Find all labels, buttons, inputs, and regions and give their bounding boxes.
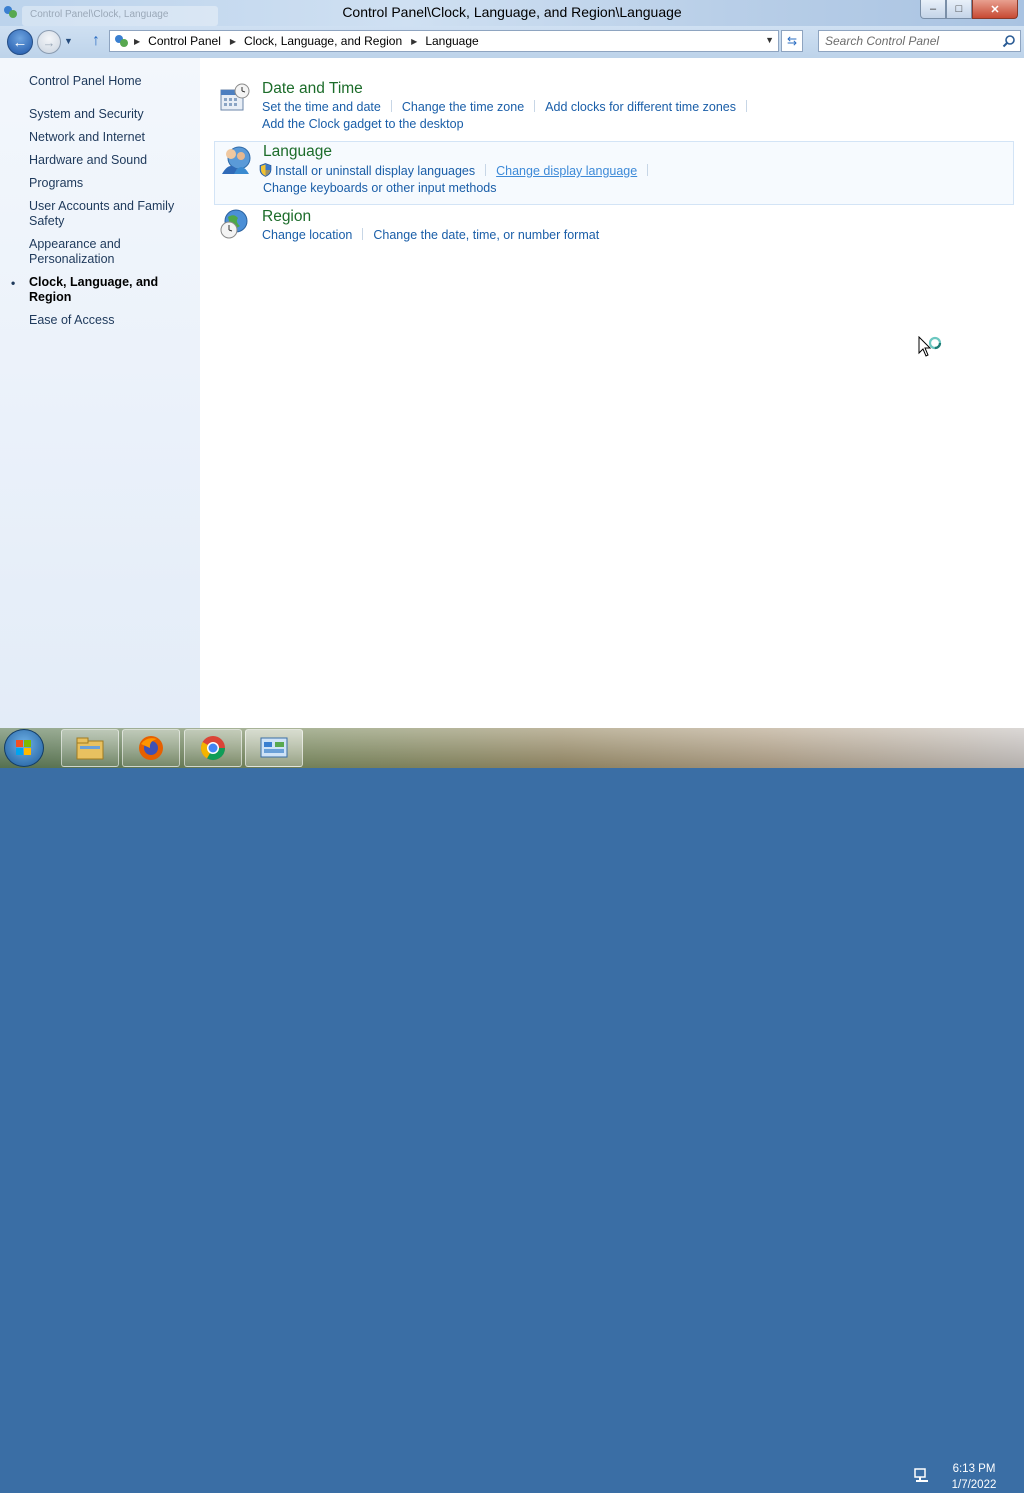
- link-separator: [390, 100, 392, 112]
- category-links: Set the time and date Change the time zon…: [262, 100, 757, 114]
- category-title[interactable]: Date and Time: [262, 80, 363, 98]
- link-separator: [362, 228, 364, 240]
- breadcrumb-clock-language-region[interactable]: Clock, Language, and Region: [244, 34, 402, 48]
- link-add-clocks[interactable]: Add clocks for different time zones: [545, 100, 736, 114]
- category-language: Language Install or uninstall display la…: [214, 141, 1014, 205]
- link-change-date-time-number-format[interactable]: Change the date, time, or number format: [373, 228, 599, 242]
- taskbar-clock[interactable]: 6:13 PM 1/7/2022: [940, 1461, 1008, 1493]
- breadcrumb-separator-icon[interactable]: ▶: [134, 37, 140, 46]
- sidebar-item-hardware-sound[interactable]: Hardware and Sound: [29, 153, 199, 168]
- refresh-button[interactable]: ⇆: [781, 30, 803, 52]
- category-date-time: Date and Time Set the time and date Chang…: [214, 78, 1014, 138]
- close-button[interactable]: ✕: [972, 0, 1018, 19]
- file-explorer-icon: [76, 737, 104, 760]
- link-separator: [534, 100, 536, 112]
- control-panel-icon: [115, 35, 128, 47]
- search-icon[interactable]: [1002, 34, 1016, 48]
- link-set-time-date[interactable]: Set the time and date: [262, 100, 381, 114]
- category-links: Install or uninstall display languages Ch…: [259, 163, 658, 178]
- link-separator: [485, 164, 487, 176]
- clock-date: 1/7/2022: [951, 1479, 997, 1491]
- up-level-button[interactable]: ↑: [87, 32, 105, 52]
- forward-button[interactable]: →: [37, 30, 61, 54]
- back-button[interactable]: ←: [7, 29, 33, 55]
- breadcrumb-separator-icon[interactable]: ▶: [411, 37, 417, 46]
- address-bar[interactable]: ▶ Control Panel ▶ Clock, Language, and R…: [109, 30, 779, 52]
- link-install-uninstall-languages[interactable]: Install or uninstall display languages: [275, 164, 475, 178]
- taskbar-control-panel[interactable]: [245, 729, 303, 767]
- link-change-display-language[interactable]: Change display language: [496, 164, 637, 178]
- start-button[interactable]: [4, 729, 44, 767]
- link-add-clock-gadget[interactable]: Add the Clock gadget to the desktop: [262, 117, 464, 131]
- category-links: Change location Change the date, time, or…: [262, 228, 599, 242]
- calendar-clock-icon: [220, 83, 250, 111]
- taskbar-firefox[interactable]: [122, 729, 180, 767]
- breadcrumb-control-panel[interactable]: Control Panel: [148, 34, 221, 48]
- navigation-bar: ← → ▼ ↑ ▶ Control Panel ▶ Clock, Languag…: [0, 26, 1024, 58]
- link-separator: [746, 100, 747, 112]
- link-separator: [647, 164, 649, 176]
- sidebar-item-clock-language-region[interactable]: • Clock, Language, and Region: [11, 275, 199, 305]
- sidebar-item-network-internet[interactable]: Network and Internet: [29, 130, 199, 145]
- breadcrumb-language[interactable]: Language: [425, 34, 478, 48]
- chrome-icon: [200, 736, 225, 761]
- window-controls: – □ ✕: [920, 0, 1018, 20]
- taskbar-file-explorer[interactable]: [61, 729, 119, 767]
- uac-shield-icon: [259, 163, 272, 177]
- category-links-row2: Add the Clock gadget to the desktop: [262, 117, 464, 131]
- network-tray-icon[interactable]: [913, 1466, 931, 1484]
- busy-cursor-icon: [918, 336, 942, 357]
- globe-clock-icon: [220, 209, 248, 239]
- sidebar-control-panel-home[interactable]: Control Panel Home: [29, 74, 142, 88]
- active-bullet: •: [11, 276, 16, 290]
- sidebar-item-ease-of-access[interactable]: Ease of Access: [29, 313, 199, 328]
- category-region: Region Change location Change the date, t…: [214, 206, 1014, 250]
- link-change-keyboards[interactable]: Change keyboards or other input methods: [263, 181, 496, 195]
- windows-logo-icon: [16, 740, 31, 755]
- category-title[interactable]: Language: [263, 143, 332, 161]
- taskbar: 6:13 PM 1/7/2022: [0, 728, 1024, 1491]
- sidebar-item-appearance[interactable]: Appearance and Personalization: [29, 237, 199, 267]
- clock-time: 6:13 PM: [952, 1463, 996, 1475]
- address-dropdown-icon[interactable]: ▼: [765, 35, 774, 45]
- sidebar-item-system-security[interactable]: System and Security: [29, 107, 199, 122]
- category-links-row2: Change keyboards or other input methods: [263, 181, 496, 195]
- firefox-icon: [139, 736, 163, 760]
- link-change-time-zone[interactable]: Change the time zone: [402, 100, 524, 114]
- sidebar: Control Panel Home System and Security N…: [0, 58, 200, 728]
- maximize-button[interactable]: □: [946, 0, 972, 19]
- search-input[interactable]: [825, 33, 995, 49]
- main-content: Date and Time Set the time and date Chang…: [200, 58, 1024, 728]
- search-box[interactable]: [818, 30, 1021, 52]
- sidebar-item-label: Clock, Language, and Region: [29, 275, 159, 304]
- link-change-location[interactable]: Change location: [262, 228, 352, 242]
- sidebar-category-list: System and Security Network and Internet…: [11, 107, 199, 336]
- category-title[interactable]: Region: [262, 208, 311, 226]
- sidebar-item-user-accounts[interactable]: User Accounts and Family Safety: [29, 199, 199, 229]
- title-bar[interactable]: Control Panel\Clock, Language Control Pa…: [0, 0, 1024, 26]
- language-people-icon: [222, 146, 251, 174]
- breadcrumb: ▶ Control Panel ▶ Clock, Language, and R…: [134, 34, 488, 48]
- control-panel-window: Control Panel\Clock, Language Control Pa…: [0, 0, 1024, 728]
- minimize-button[interactable]: –: [920, 0, 946, 19]
- taskbar-chrome[interactable]: [184, 729, 242, 767]
- recent-pages-dropdown-icon[interactable]: ▼: [64, 36, 73, 46]
- window-title: Control Panel\Clock, Language, and Regio…: [342, 4, 682, 20]
- sidebar-item-programs[interactable]: Programs: [29, 176, 199, 191]
- breadcrumb-separator-icon[interactable]: ▶: [230, 37, 236, 46]
- control-panel-icon: [260, 737, 288, 758]
